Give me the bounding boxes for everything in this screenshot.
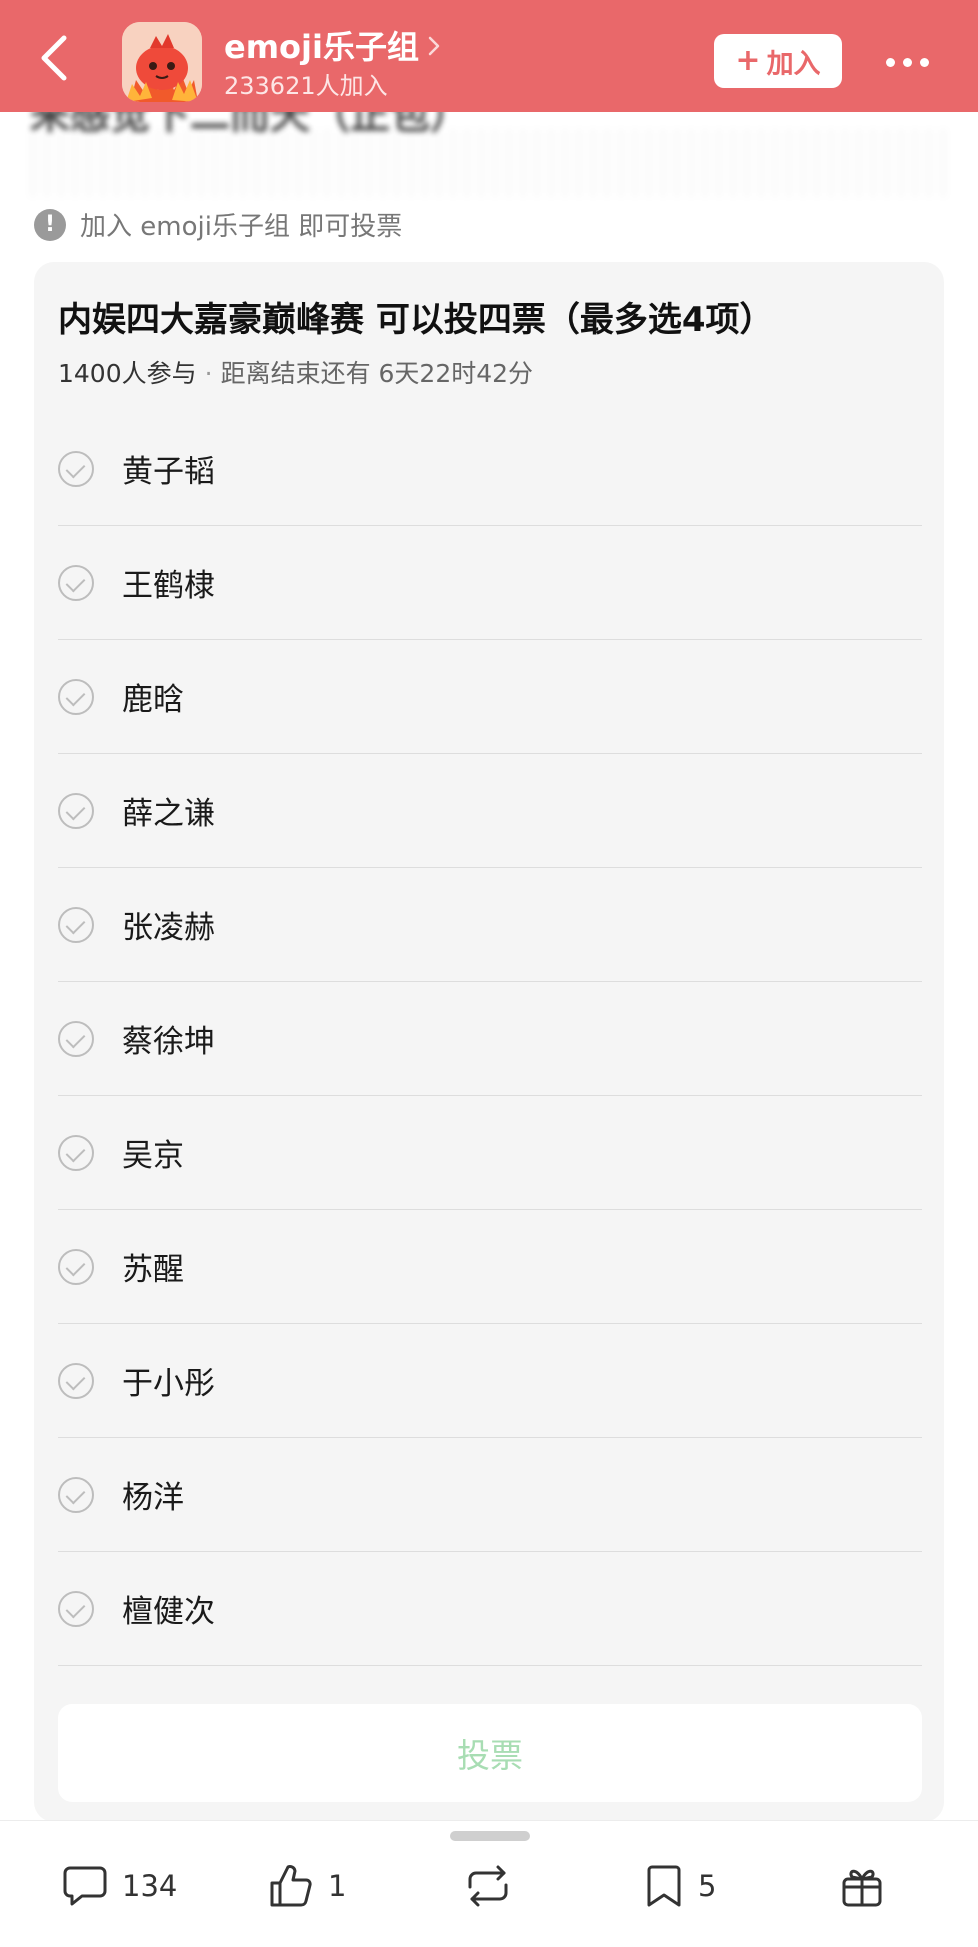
poll-option[interactable]: 于小彤	[58, 1324, 922, 1438]
option-label: 杨洋	[122, 1480, 184, 1516]
page: 来感觉下二而天（正包） emoji乐子组 233621人加入 + 加入 ! 加入…	[0, 0, 978, 1947]
join-to-vote-notice: ! 加入 emoji乐子组 即可投票	[34, 206, 402, 243]
member-count: 233621人加入	[224, 72, 388, 100]
check-icon[interactable]	[58, 1020, 94, 1057]
more-dot	[920, 58, 929, 67]
notice-text: 加入 emoji乐子组 即可投票	[80, 212, 403, 242]
repost-icon	[468, 1865, 508, 1907]
poll-option[interactable]: 黄子韬	[58, 412, 922, 526]
poll-option[interactable]: 檀健次	[58, 1552, 922, 1666]
comment-count: 134	[122, 1869, 178, 1903]
check-icon[interactable]	[58, 564, 94, 601]
check-icon[interactable]	[58, 1248, 94, 1285]
option-label: 苏醒	[122, 1252, 184, 1288]
join-button[interactable]: + 加入	[714, 34, 842, 88]
poll-meta: 1400人参与 · 距离结束还有 6天22时42分	[58, 354, 533, 390]
time-remaining: 距离结束还有 6天22时42分	[220, 359, 534, 388]
poll-card: 内娱四大嘉豪巅峰赛 可以投四票（最多选4项） 1400人参与 · 距离结束还有 6天…	[34, 262, 944, 1822]
group-header: emoji乐子组 233621人加入 + 加入	[0, 0, 978, 112]
gift-button[interactable]	[840, 1851, 884, 1921]
poll-options: 黄子韬 王鹤棣 鹿晗 薛之谦 张凌赫 蔡徐坤 吴京 苏醒 于小彤 杨洋 檀健次	[58, 412, 922, 1666]
option-label: 鹿晗	[122, 682, 184, 718]
bottom-action-bar: 134 1 5	[0, 1820, 978, 1947]
option-label: 薛之谦	[122, 796, 215, 832]
plus-icon: +	[735, 43, 761, 78]
meta-separator: ·	[204, 359, 213, 388]
check-icon[interactable]	[58, 678, 94, 715]
option-label: 檀健次	[122, 1594, 215, 1630]
option-label: 张凌赫	[122, 910, 215, 946]
poll-option[interactable]: 杨洋	[58, 1438, 922, 1552]
avatar-icon	[122, 22, 202, 102]
gift-icon	[842, 1869, 882, 1907]
background-post-text	[30, 128, 950, 198]
check-icon[interactable]	[58, 1134, 94, 1171]
drag-handle[interactable]	[450, 1831, 530, 1841]
poll-option[interactable]: 鹿晗	[58, 640, 922, 754]
comment-button[interactable]: 134	[62, 1851, 177, 1921]
chevron-right-icon[interactable]	[426, 34, 442, 58]
check-icon[interactable]	[58, 792, 94, 829]
like-button[interactable]: 1	[268, 1851, 346, 1921]
repost-button[interactable]	[462, 1851, 514, 1921]
poll-option[interactable]: 王鹤棣	[58, 526, 922, 640]
check-icon[interactable]	[58, 1590, 94, 1627]
more-icon[interactable]	[886, 58, 929, 67]
option-label: 王鹤棣	[122, 568, 215, 604]
like-icon	[270, 1865, 312, 1907]
vote-button[interactable]: 投票	[58, 1704, 922, 1802]
option-label: 吴京	[122, 1138, 184, 1174]
bookmark-count: 5	[698, 1869, 717, 1903]
comment-icon	[63, 1866, 107, 1906]
check-icon[interactable]	[58, 450, 94, 487]
poll-option[interactable]: 张凌赫	[58, 868, 922, 982]
group-avatar[interactable]	[122, 22, 202, 102]
poll-option[interactable]: 薛之谦	[58, 754, 922, 868]
bookmark-icon	[647, 1865, 681, 1907]
poll-option[interactable]: 蔡徐坤	[58, 982, 922, 1096]
poll-option[interactable]: 苏醒	[58, 1210, 922, 1324]
like-count: 1	[328, 1869, 347, 1903]
check-icon[interactable]	[58, 1476, 94, 1513]
option-label: 蔡徐坤	[122, 1024, 215, 1060]
participant-count: 1400人参与	[58, 359, 197, 388]
check-icon[interactable]	[58, 1362, 94, 1399]
option-label: 于小彤	[122, 1366, 215, 1402]
more-dot	[886, 58, 895, 67]
poll-option[interactable]: 吴京	[58, 1096, 922, 1210]
bookmark-button[interactable]: 5	[644, 1851, 716, 1921]
poll-title: 内娱四大嘉豪巅峰赛 可以投四票（最多选4项）	[58, 300, 774, 340]
group-name[interactable]: emoji乐子组	[224, 22, 419, 68]
back-icon[interactable]	[34, 30, 74, 86]
info-icon: !	[34, 208, 66, 241]
check-icon[interactable]	[58, 906, 94, 943]
join-button-label: 加入	[766, 48, 821, 80]
more-dot	[903, 58, 912, 67]
option-label: 黄子韬	[122, 454, 215, 490]
